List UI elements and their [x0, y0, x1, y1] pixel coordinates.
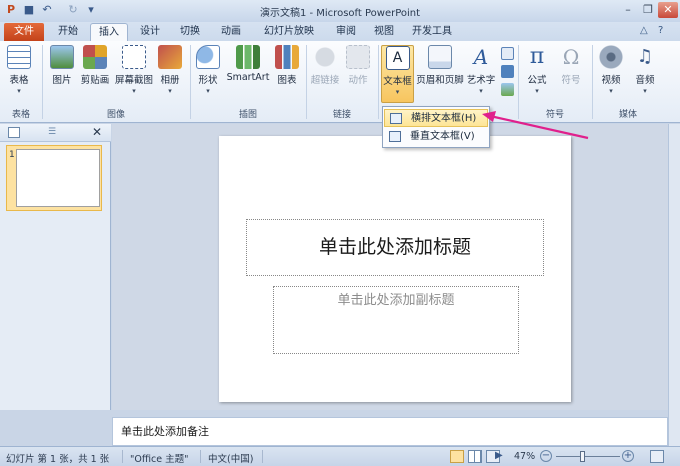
group-label-table: 表格	[11, 110, 30, 120]
vertical-textbox-icon	[389, 131, 401, 142]
video-icon	[599, 45, 623, 69]
tab-design[interactable]: 设计	[132, 23, 168, 41]
textbox-dropdown-menu: 横排文本框(H) 垂直文本框(V)	[382, 106, 490, 148]
smartart-button[interactable]: SmartArt	[226, 45, 270, 103]
screenshot-button[interactable]: 屏幕截图 ▾	[114, 45, 154, 103]
status-bar: 幻灯片 第 1 张，共 1 张 "Office 主题" 中文(中国) ▶ 47%…	[0, 446, 680, 466]
window-title: 演示文稿1 - Microsoft PowerPoint	[259, 8, 421, 19]
zoom-level[interactable]: 47%	[514, 451, 535, 462]
wordart-button[interactable]: A 艺术字 ▾	[466, 45, 496, 103]
zoom-slider[interactable]	[556, 451, 620, 462]
restore-button[interactable]: ❐	[638, 2, 658, 18]
shapes-button[interactable]: 形状 ▾	[194, 45, 222, 103]
equation-button[interactable]: π 公式 ▾	[522, 45, 552, 103]
slide-thumbnail-preview	[16, 149, 100, 207]
subtitle-placeholder[interactable]: 单击此处添加副标题	[273, 286, 519, 354]
action-icon	[346, 45, 370, 69]
normal-view-icon[interactable]	[450, 450, 464, 463]
minimize-ribbon-icon[interactable]: △	[640, 25, 648, 36]
hyperlink-button[interactable]: 超链接	[308, 45, 342, 103]
shapes-icon	[196, 45, 220, 69]
ribbon-tabs: 文件 开始 插入 设计 切换 动画 幻灯片放映 审阅 视图 开发工具 △ ?	[0, 22, 680, 41]
slide-sorter-icon[interactable]	[468, 450, 482, 463]
hyperlink-icon	[313, 45, 337, 69]
date-time-icon[interactable]	[501, 47, 514, 60]
audio-button[interactable]: ♫ 音频 ▾	[630, 45, 660, 103]
theme-name[interactable]: "Office 主题"	[130, 451, 189, 465]
menu-item-vertical-textbox[interactable]: 垂直文本框(V)	[384, 128, 488, 146]
tab-transitions[interactable]: 切换	[172, 23, 208, 41]
title-placeholder[interactable]: 单击此处添加标题	[246, 219, 544, 276]
header-footer-icon	[428, 45, 452, 69]
annotation-arrow	[482, 111, 589, 140]
tab-developer[interactable]: 开发工具	[406, 23, 458, 41]
menu-item-horizontal-textbox[interactable]: 横排文本框(H)	[384, 109, 488, 127]
group-label-illustrations: 插图	[238, 110, 257, 120]
minimize-button[interactable]: –	[618, 2, 638, 18]
wordart-icon: A	[473, 45, 489, 69]
zoom-slider-thumb[interactable]	[580, 451, 585, 462]
zoom-out-icon[interactable]: −	[540, 450, 552, 462]
textbox-icon: A	[385, 46, 410, 70]
slides-pane-header: ☰ ✕	[0, 124, 111, 142]
smartart-icon	[236, 45, 260, 69]
slideshow-icon[interactable]: ▶	[495, 450, 503, 461]
group-label-media: 媒体	[618, 110, 637, 120]
zoom-in-icon[interactable]: +	[622, 450, 634, 462]
slide-number-icon[interactable]	[501, 65, 514, 78]
tab-slideshow[interactable]: 幻灯片放映	[254, 23, 324, 41]
chart-button[interactable]: 图表	[274, 45, 300, 103]
clipart-button[interactable]: 剪贴画	[78, 45, 112, 103]
title-bar: P ■ ↶ ↻ ▾ 演示文稿1 - Microsoft PowerPoint –…	[0, 0, 680, 22]
slide-number: 1	[9, 150, 15, 160]
video-button[interactable]: 视频 ▾	[596, 45, 626, 103]
picture-icon	[50, 45, 74, 69]
help-icon[interactable]: ?	[658, 25, 663, 36]
symbol-button[interactable]: Ω 符号	[556, 45, 586, 103]
header-footer-button[interactable]: 页眉和页脚	[416, 45, 464, 103]
textbox-button[interactable]: A 文本框 ▾	[381, 45, 414, 103]
picture-button[interactable]: 图片	[48, 45, 76, 103]
audio-icon: ♫	[636, 46, 654, 67]
object-icon[interactable]	[501, 83, 514, 96]
screenshot-icon	[122, 45, 146, 69]
notes-pane[interactable]: 单击此处添加备注	[112, 417, 668, 446]
tab-review[interactable]: 审阅	[328, 23, 364, 41]
table-button[interactable]: 表格 ▾	[4, 45, 34, 103]
symbol-icon: Ω	[562, 45, 580, 69]
slide-canvas[interactable]: 单击此处添加标题 单击此处添加副标题	[219, 136, 571, 402]
vertical-scrollbar[interactable]	[668, 124, 680, 446]
slides-tab-icon[interactable]	[8, 127, 20, 138]
table-icon	[7, 45, 31, 69]
horizontal-textbox-icon	[390, 113, 402, 124]
action-button[interactable]: 动作	[344, 45, 372, 103]
fit-to-window-icon[interactable]	[650, 450, 664, 463]
photo-album-button[interactable]: 相册 ▾	[156, 45, 184, 103]
group-label-images: 图像	[106, 110, 125, 120]
slide-info: 幻灯片 第 1 张，共 1 张	[6, 454, 110, 465]
close-pane-icon[interactable]: ✕	[92, 125, 102, 139]
clipart-icon	[83, 45, 107, 69]
group-label-links: 链接	[332, 110, 351, 120]
tab-home[interactable]: 开始	[50, 23, 86, 41]
language[interactable]: 中文(中国)	[208, 451, 253, 465]
tab-animations[interactable]: 动画	[212, 23, 250, 41]
tab-insert[interactable]: 插入	[90, 23, 128, 41]
photo-album-icon	[158, 45, 182, 69]
equation-icon: π	[529, 44, 545, 69]
close-button[interactable]: ✕	[658, 2, 678, 18]
outline-tab-icon[interactable]: ☰	[48, 127, 62, 138]
chart-icon	[275, 45, 299, 69]
tab-view[interactable]: 视图	[366, 23, 402, 41]
tab-file[interactable]: 文件	[4, 23, 44, 41]
